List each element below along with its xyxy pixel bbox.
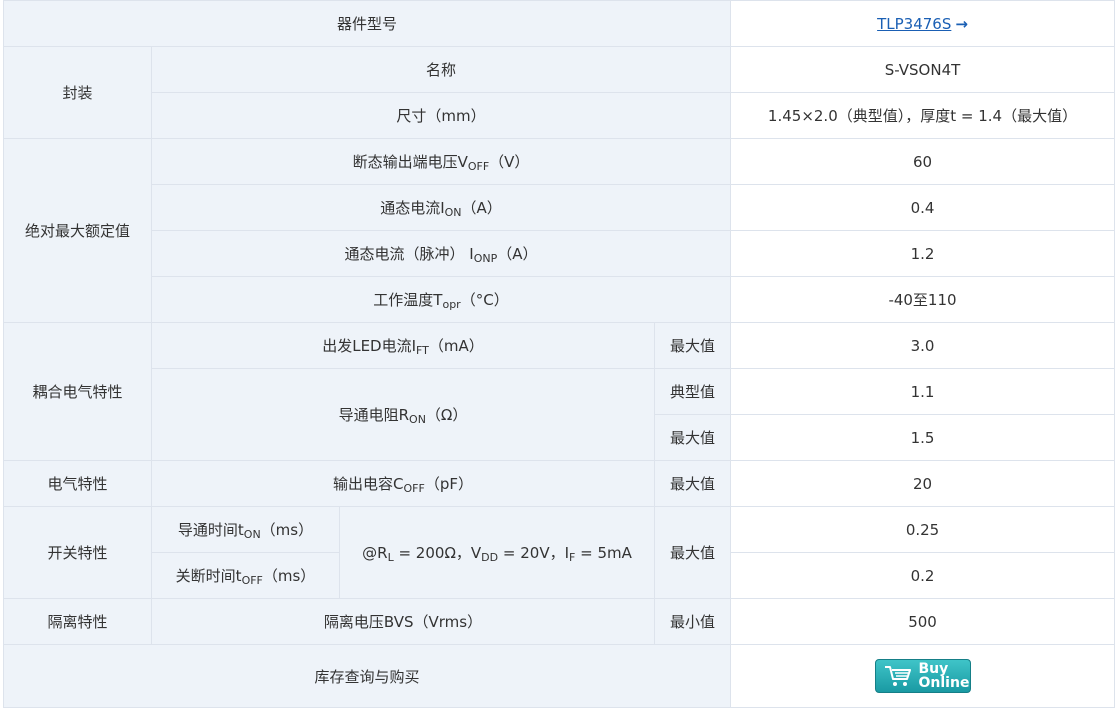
ron-max-value: 1.5 xyxy=(730,414,1115,461)
ton-value: 0.25 xyxy=(730,506,1115,553)
package-size-label: 尺寸（mm） xyxy=(150,92,732,139)
part-number-label: 器件型号 xyxy=(2,0,732,47)
ion-row: 通态电流ION（A） 0.4 xyxy=(4,184,1115,231)
coff-condition: 最大值 xyxy=(653,460,732,507)
package-size-row: 尺寸（mm） 1.45×2.0（典型值），厚度t = 1.4（最大值） xyxy=(4,92,1115,139)
part-number-row: 器件型号 TLP3476S → xyxy=(2,0,1115,47)
switching-condition: 最大值 xyxy=(653,506,732,599)
isolation-label: 隔离电压BVS（Vrms） xyxy=(151,598,655,645)
buy-online-button[interactable]: Buy Online xyxy=(874,659,971,693)
ion-value: 0.4 xyxy=(730,184,1115,231)
topr-row: 工作温度Topr（°C） -40至110 xyxy=(4,276,1115,323)
voff-value: 60 xyxy=(730,138,1115,185)
ift-row: 耦合电气特性 出发LED电流IFT（mA） 最大值 3.0 xyxy=(3,322,1115,461)
stock-label: 库存查询与购买 xyxy=(2,644,732,708)
ionp-value: 1.2 xyxy=(730,230,1115,277)
switching-group-label: 开关特性 xyxy=(3,506,152,599)
voff-label: 断态输出端电压VOFF（V） xyxy=(150,138,732,185)
part-number-link[interactable]: TLP3476S xyxy=(877,15,951,33)
voff-row: 绝对最大额定值 断态输出端电压VOFF（V） 60 xyxy=(3,138,1115,323)
stock-row: 库存查询与购买 Buy Online xyxy=(2,644,1115,708)
coff-value: 20 xyxy=(730,460,1115,507)
coupled-group-label: 耦合电气特性 xyxy=(3,322,152,461)
switching-test-condition: @RL = 200Ω，VDD = 20V，IF = 5mA xyxy=(339,506,655,599)
coff-row: 电气特性 输出电容COFF（pF） 最大值 20 xyxy=(3,460,1115,507)
package-size-value: 1.45×2.0（典型值），厚度t = 1.4（最大值） xyxy=(730,92,1115,139)
ton-label: 导通时间tON（ms） xyxy=(151,506,340,553)
electrical-group-label: 电气特性 xyxy=(3,460,152,507)
arrow-right-icon[interactable]: → xyxy=(955,15,968,33)
isolation-condition: 最小值 xyxy=(653,598,732,645)
toff-label: 关断时间tOFF（ms） xyxy=(151,552,340,599)
ron-typ-row: 导通电阻RON（Ω） 典型值 1.1 xyxy=(4,368,1115,461)
abs-max-group-label: 绝对最大额定值 xyxy=(3,138,152,323)
isolation-row: 隔离特性 隔离电压BVS（Vrms） 最小值 500 xyxy=(3,598,1115,645)
part-number-cell: TLP3476S → xyxy=(730,0,1115,47)
coff-label: 输出电容COFF（pF） xyxy=(151,460,655,507)
ron-max-condition: 最大值 xyxy=(653,414,732,461)
stock-cell: Buy Online xyxy=(730,644,1115,708)
topr-value: -40至110 xyxy=(730,276,1115,323)
spec-table: 器件型号 TLP3476S → 封装 名称 S-VSON4T 尺寸（mm） 1.4… xyxy=(2,0,1115,708)
package-name-row: 封装 名称 S-VSON4T xyxy=(3,46,1115,139)
package-group-label: 封装 xyxy=(3,46,152,139)
ron-label: 导通电阻RON（Ω） xyxy=(151,368,655,461)
isolation-group-label: 隔离特性 xyxy=(3,598,152,645)
ionp-row: 通态电流（脉冲） IONP（A） 1.2 xyxy=(4,230,1115,277)
toff-value: 0.2 xyxy=(730,552,1115,599)
ron-typ-condition: 典型值 xyxy=(653,368,732,415)
cart-icon xyxy=(884,666,911,686)
ton-row: 开关特性 导通时间tON（ms） @RL = 200Ω，VDD = 20V，IF… xyxy=(3,506,1115,599)
ift-label: 出发LED电流IFT（mA） xyxy=(151,322,655,369)
ionp-label: 通态电流（脉冲） IONP（A） xyxy=(150,230,732,277)
topr-label: 工作温度Topr（°C） xyxy=(150,276,732,323)
buy-online-label: Buy Online xyxy=(918,661,970,691)
isolation-value: 500 xyxy=(730,598,1115,645)
ift-condition: 最大值 xyxy=(653,322,732,369)
package-name-value: S-VSON4T xyxy=(730,46,1115,93)
ion-label: 通态电流ION（A） xyxy=(150,184,732,231)
ron-typ-value: 1.1 xyxy=(730,368,1115,415)
package-name-label: 名称 xyxy=(150,46,732,93)
ift-value: 3.0 xyxy=(730,322,1115,369)
